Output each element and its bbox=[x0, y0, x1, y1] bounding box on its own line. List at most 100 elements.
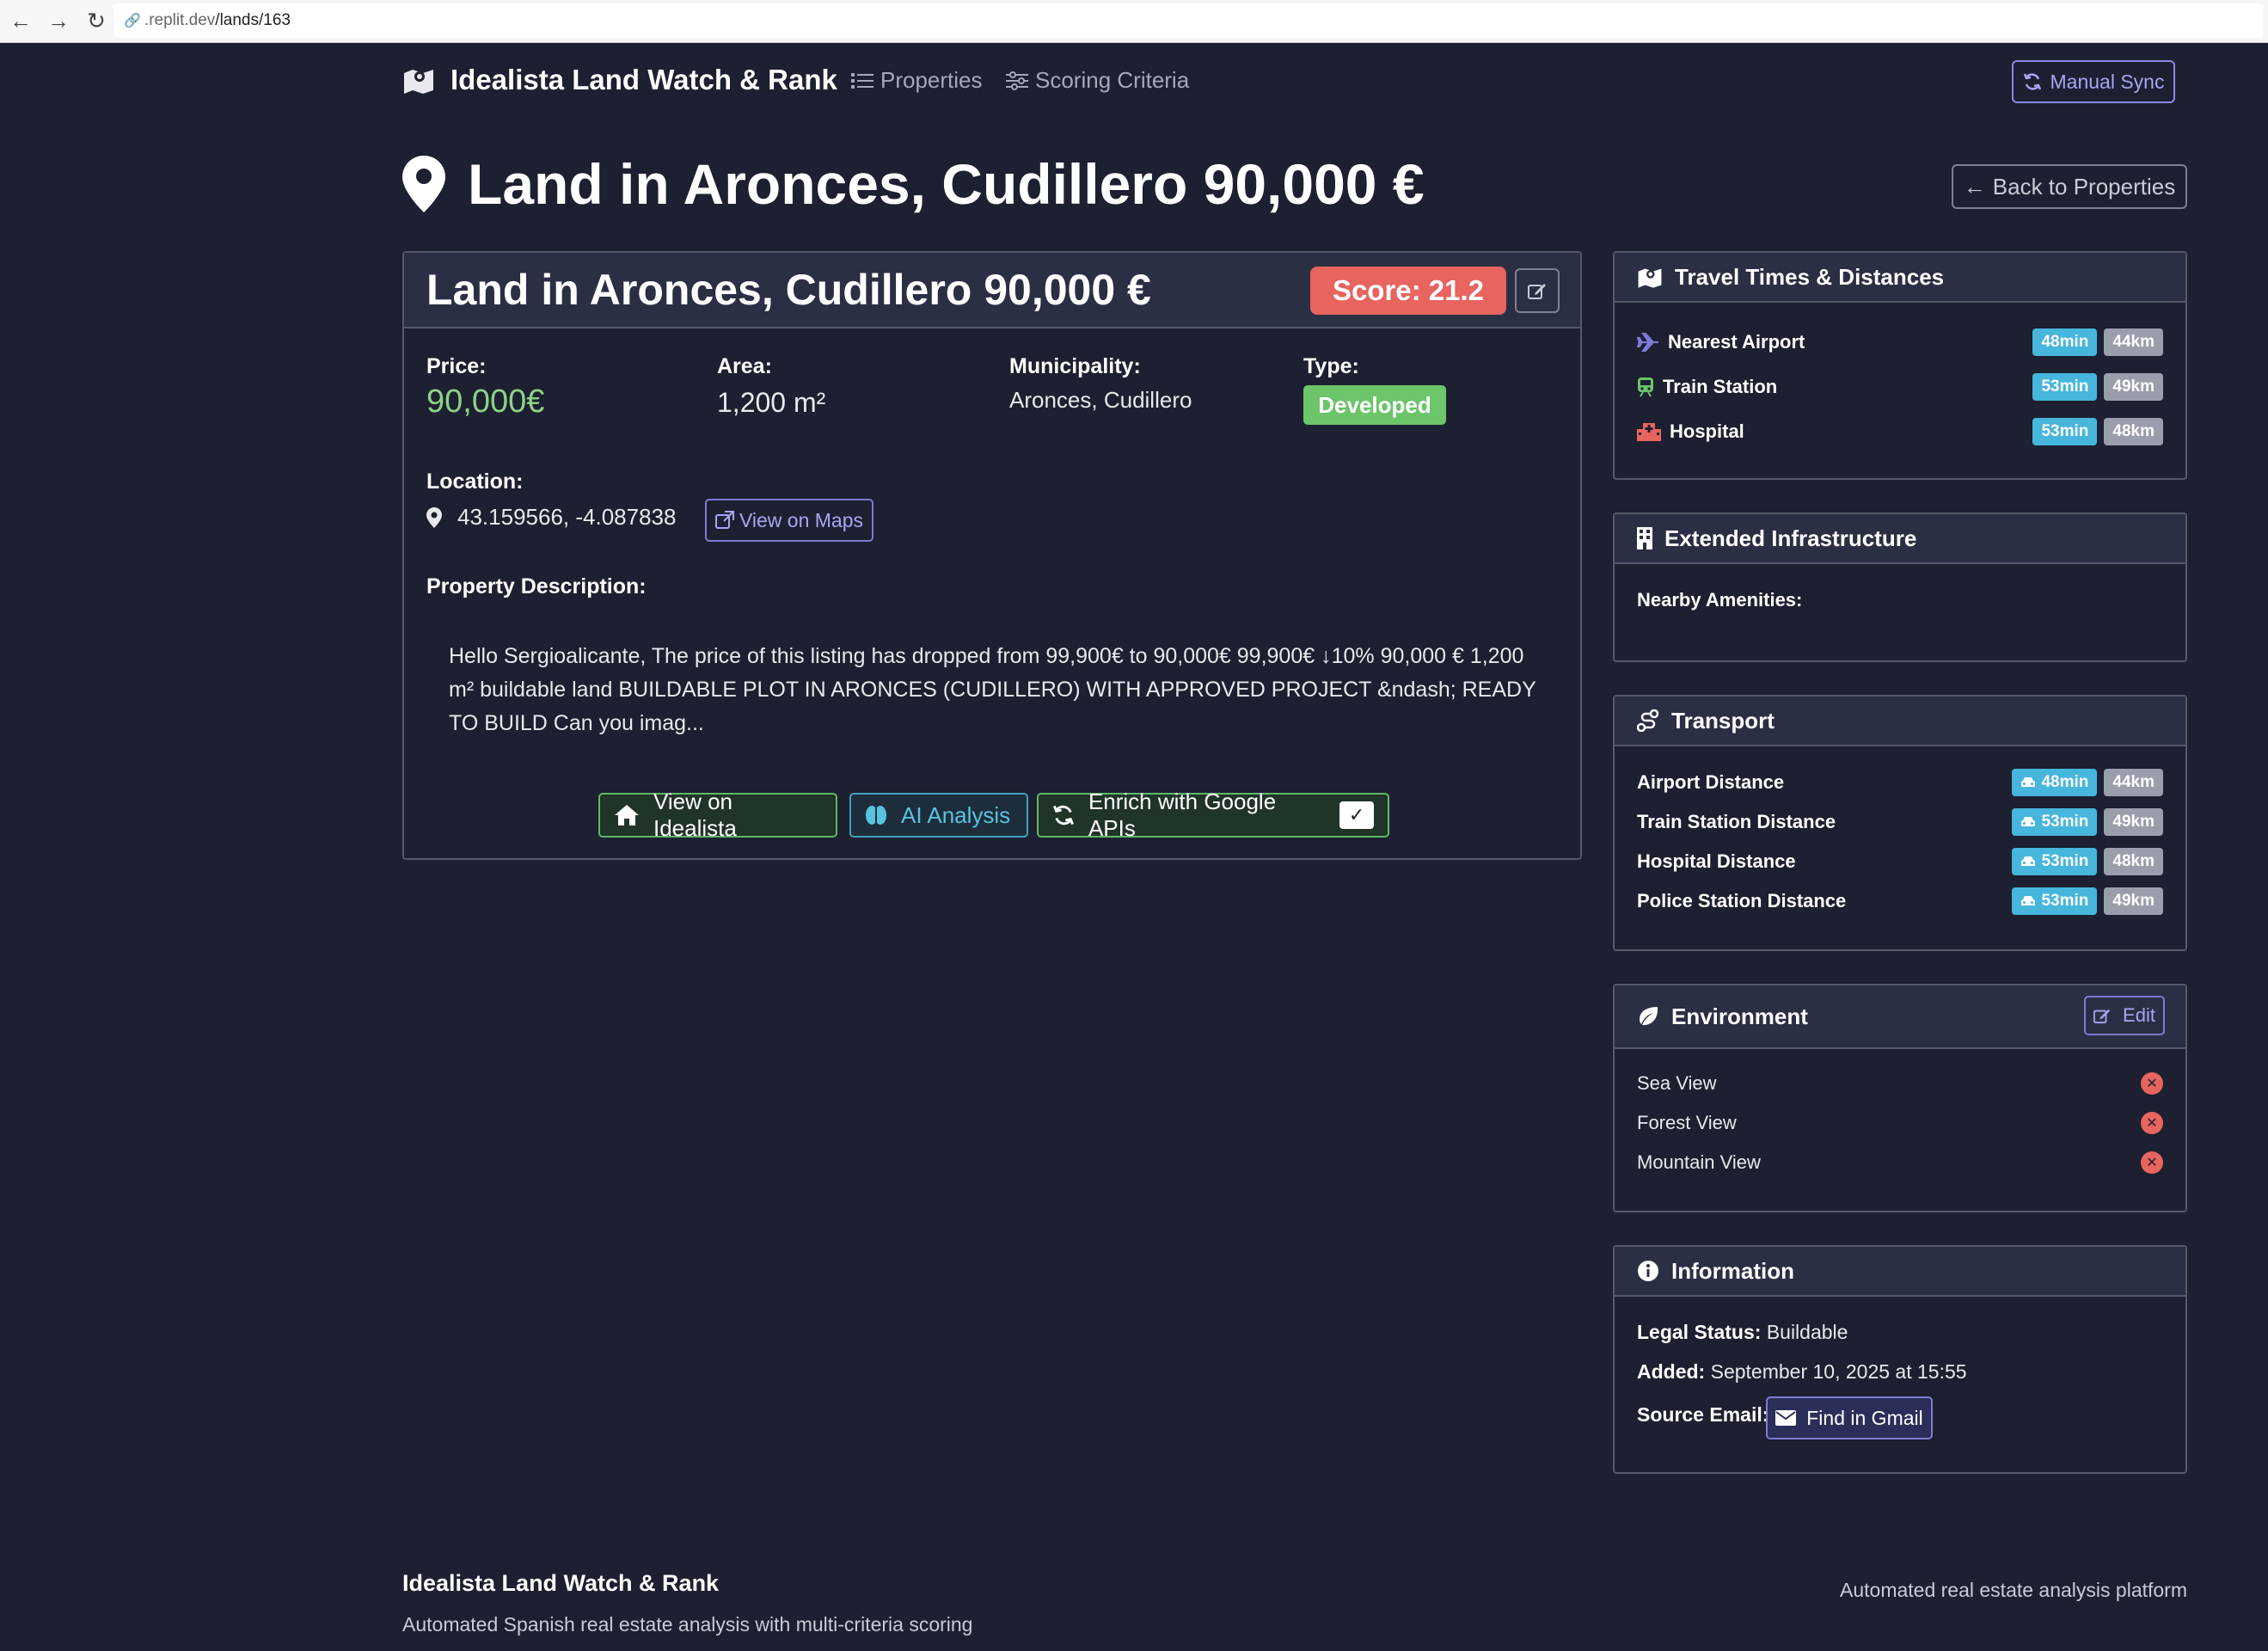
travel-row-airport: Nearest Airport 48min 44km bbox=[1637, 327, 2163, 358]
sync-icon bbox=[1052, 805, 1074, 826]
information-card: Information Legal Status: Buildable Adde… bbox=[1613, 1245, 2187, 1474]
distance-badge: 49km bbox=[2104, 887, 2163, 915]
added-line: Added: September 10, 2025 at 15:55 bbox=[1637, 1360, 1967, 1384]
type-label: Type: bbox=[1303, 354, 1359, 378]
view-on-maps-button[interactable]: View on Maps bbox=[705, 499, 873, 542]
transport-title: Transport bbox=[1671, 707, 1775, 733]
travel-row-hospital: Hospital 53min 48km bbox=[1637, 416, 2163, 447]
find-in-gmail-label: Find in Gmail bbox=[1806, 1406, 1923, 1429]
information-title: Information bbox=[1671, 1257, 1794, 1284]
travel-train-text: Train Station bbox=[1663, 376, 1778, 397]
travel-train-badges: 53min 49km bbox=[2032, 373, 2163, 401]
url-host: .replit.dev bbox=[144, 11, 216, 29]
coordinates: 43.159566, -4.087838 bbox=[426, 504, 676, 531]
edit-environment-button[interactable]: Edit bbox=[2084, 996, 2165, 1035]
car-icon bbox=[2021, 896, 2036, 905]
enrich-google-apis-label: Enrich with Google APIs bbox=[1088, 789, 1277, 841]
legal-status-line: Legal Status: Buildable bbox=[1637, 1321, 1848, 1344]
edit-icon bbox=[2093, 1009, 2111, 1024]
transport-airport-badges: 48min 44km bbox=[2012, 769, 2163, 796]
forward-arrow-icon[interactable]: → bbox=[41, 4, 76, 39]
time-badge: 48min bbox=[2032, 328, 2098, 356]
view-on-idealista-button[interactable]: View on Idealista bbox=[598, 789, 837, 841]
env-row-forest-view: Forest View ✕ bbox=[1637, 1108, 2163, 1139]
infrastructure-title: Extended Infrastructure bbox=[1664, 525, 1917, 551]
infrastructure-header: Extended Infrastructure bbox=[1615, 514, 2185, 564]
footer-subtitle: Automated Spanish real estate analysis w… bbox=[402, 1613, 973, 1636]
information-header: Information bbox=[1615, 1247, 2185, 1297]
legal-status-value: Buildable bbox=[1766, 1321, 1848, 1343]
forest-view-label: Forest View bbox=[1637, 1112, 1737, 1133]
distance-badge: 44km bbox=[2104, 769, 2163, 796]
map-marker-icon bbox=[426, 506, 442, 528]
nav-properties[interactable]: Properties bbox=[851, 67, 983, 94]
distance-badge: 44km bbox=[2104, 328, 2163, 356]
find-in-gmail-button[interactable]: Find in Gmail bbox=[1766, 1396, 1933, 1439]
travel-train-label: Train Station bbox=[1637, 376, 1777, 398]
train-icon bbox=[1638, 377, 1653, 397]
source-email-line: Source Email: bbox=[1637, 1403, 1768, 1427]
travel-times-card: Travel Times & Distances Nearest Airport… bbox=[1613, 251, 2187, 480]
transport-airport-label: Airport Distance bbox=[1637, 771, 1785, 793]
brain-icon bbox=[866, 806, 886, 825]
distance-badge: 49km bbox=[2104, 808, 2163, 836]
envelope-icon bbox=[1775, 1410, 1797, 1426]
info-icon bbox=[1638, 1261, 1658, 1281]
travel-airport-badges: 48min 44km bbox=[2032, 328, 2163, 356]
edit-icon bbox=[1528, 284, 1546, 299]
address-bar[interactable]: 🔗 .replit.dev /lands/163 bbox=[113, 3, 2263, 38]
brand-name: Idealista Land Watch & Rank bbox=[451, 64, 837, 95]
back-to-properties-button[interactable]: ← Back to Properties bbox=[1952, 164, 2187, 209]
enrich-google-apis-button[interactable]: Enrich with Google APIs ✓ bbox=[1037, 789, 1389, 841]
manual-sync-button[interactable]: Manual Sync bbox=[2012, 60, 2175, 103]
x-circle-icon: ✕ bbox=[2141, 1112, 2163, 1134]
property-description: Hello Sergioalicante, The price of this … bbox=[449, 644, 1536, 735]
edit-score-button[interactable] bbox=[1515, 268, 1560, 313]
travel-hospital-text: Hospital bbox=[1670, 420, 1744, 442]
time-badge: 53min bbox=[2032, 418, 2098, 445]
sync-icon bbox=[2023, 73, 2041, 90]
ai-analysis-button[interactable]: AI Analysis bbox=[849, 793, 1028, 838]
check-icon: ✓ bbox=[1339, 801, 1374, 829]
link-icon: 🔗 bbox=[124, 14, 141, 28]
travel-airport-label: Nearest Airport bbox=[1637, 331, 1805, 353]
page-title-text: Land in Aronces, Cudillero 90,000 € bbox=[468, 152, 1425, 216]
map-location-icon bbox=[1638, 268, 1662, 288]
home-icon bbox=[614, 805, 639, 826]
location-label: Location: bbox=[426, 470, 524, 494]
sea-view-label: Sea View bbox=[1637, 1072, 1717, 1094]
transport-header: Transport bbox=[1615, 697, 2185, 746]
travel-times-header: Travel Times & Distances bbox=[1615, 253, 2185, 303]
time-badge: 53min bbox=[2032, 373, 2098, 401]
environment-title: Environment bbox=[1671, 1003, 1808, 1029]
brand-link[interactable]: Idealista Land Watch & Rank bbox=[402, 64, 837, 96]
car-time-text: 53min bbox=[2041, 813, 2089, 831]
edit-environment-label: Edit bbox=[2123, 1004, 2155, 1026]
route-icon bbox=[1637, 709, 1659, 732]
view-on-idealista-label: View on Idealista bbox=[653, 789, 737, 841]
travel-times-title: Travel Times & Distances bbox=[1675, 263, 1945, 290]
nav-scoring-criteria[interactable]: Scoring Criteria bbox=[1006, 67, 1189, 94]
environment-header: Environment Edit bbox=[1615, 985, 2185, 1049]
back-arrow-icon[interactable]: ← bbox=[3, 4, 38, 39]
municipality-label: Municipality: bbox=[1009, 354, 1141, 378]
property-card-header: Land in Aronces, Cudillero 90,000 € Scor… bbox=[404, 253, 1580, 328]
score-badge: Score: 21.2 bbox=[1310, 267, 1506, 315]
transport-row-airport: Airport Distance 48min 44km bbox=[1637, 767, 2163, 798]
nav-properties-label: Properties bbox=[880, 67, 983, 93]
transport-row-hospital: Hospital Distance 53min 48km bbox=[1637, 846, 2163, 877]
env-row-mountain-view: Mountain View ✕ bbox=[1637, 1147, 2163, 1178]
car-time-badge: 53min bbox=[2012, 848, 2098, 875]
added-value: September 10, 2025 at 15:55 bbox=[1710, 1360, 1967, 1383]
map-marker-icon bbox=[402, 156, 445, 212]
sliders-icon bbox=[1006, 71, 1028, 90]
transport-police-label: Police Station Distance bbox=[1637, 890, 1847, 911]
reload-icon[interactable]: ↻ bbox=[79, 4, 113, 39]
hospital-icon bbox=[1637, 423, 1661, 441]
property-card-title: Land in Aronces, Cudillero 90,000 € bbox=[426, 266, 1151, 314]
car-icon bbox=[2021, 856, 2036, 866]
view-on-maps-label: View on Maps bbox=[739, 508, 864, 531]
infrastructure-card: Extended Infrastructure Nearby Amenities… bbox=[1613, 512, 2187, 662]
leaf-icon bbox=[1640, 1007, 1658, 1026]
browser-toolbar: ← → ↻ 🔗 .replit.dev /lands/163 bbox=[0, 0, 2268, 43]
